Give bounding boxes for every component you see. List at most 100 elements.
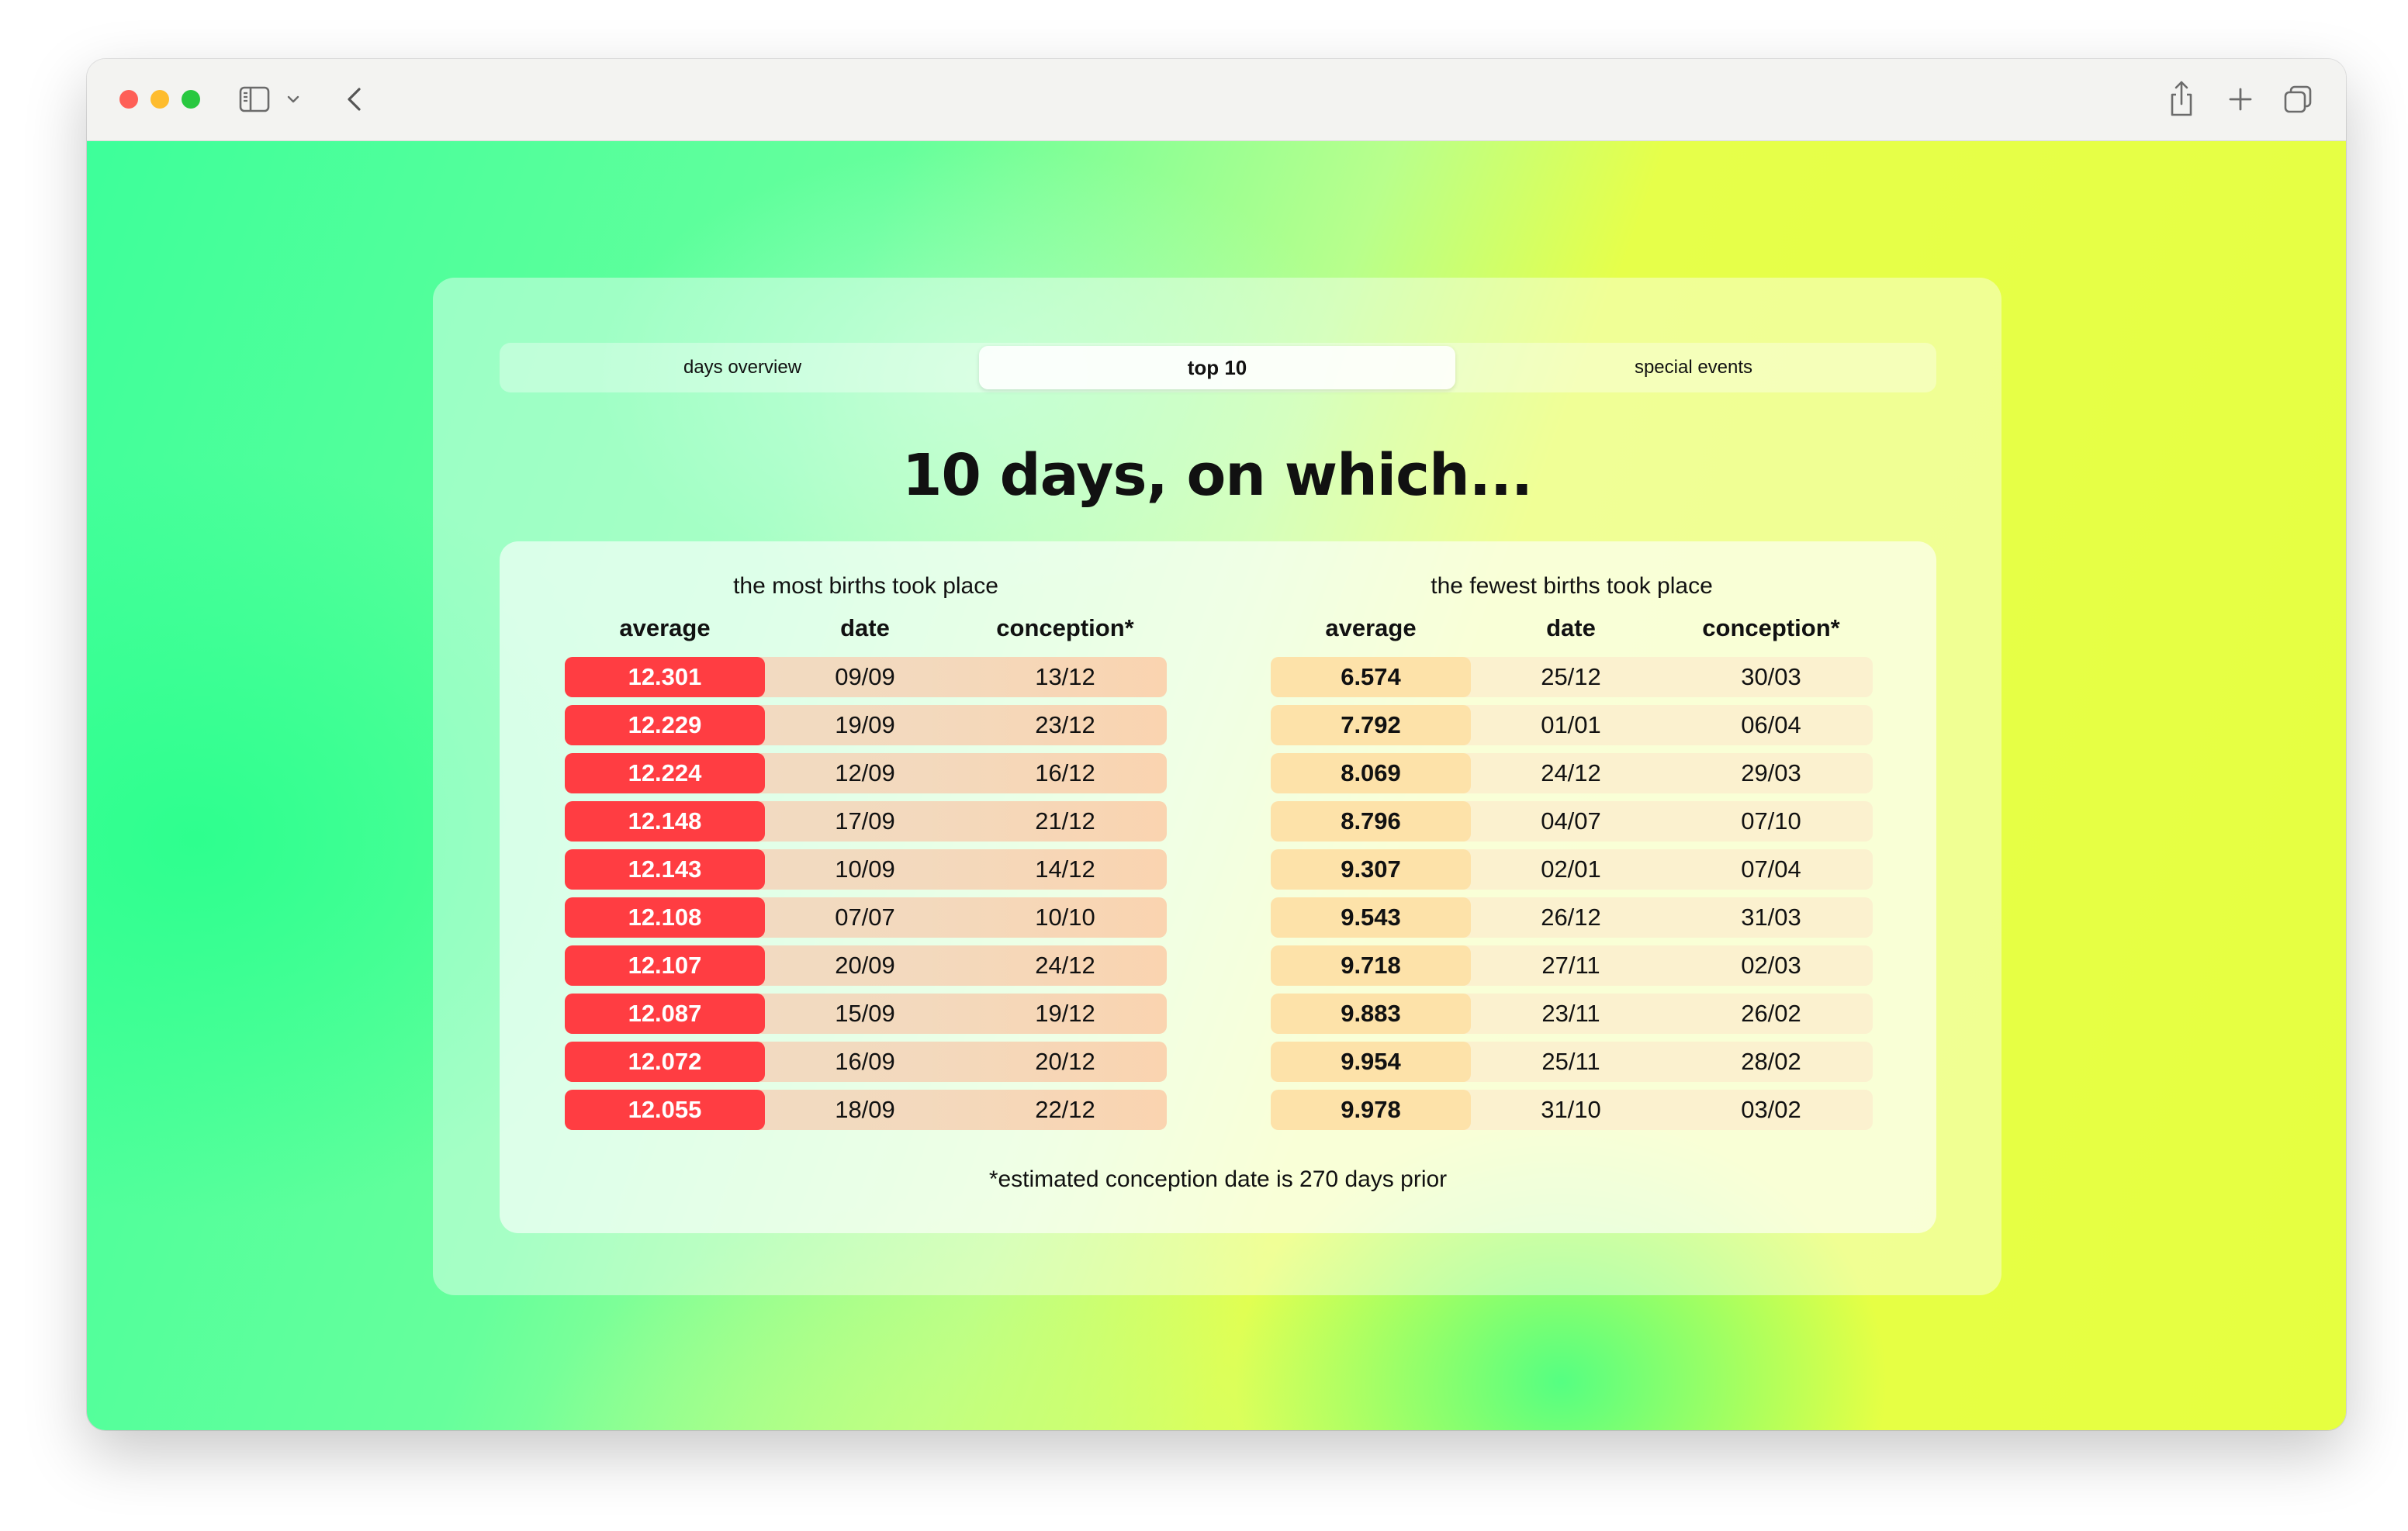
date-cell: 18/09 xyxy=(835,1096,895,1123)
tabs-icon[interactable] xyxy=(2282,84,2313,115)
most-births-title: the most births took place xyxy=(733,573,998,599)
conception-cell: 07/04 xyxy=(1741,855,1801,883)
average-cell: 9.954 xyxy=(1271,1042,1471,1082)
page-viewport: days overview top 10 special events 10 d… xyxy=(87,141,2346,1430)
average-cell: 12.224 xyxy=(565,753,765,793)
conception-cell: 02/03 xyxy=(1741,952,1801,979)
table-row: 9.718 27/11 02/03 xyxy=(1271,942,1873,990)
average-cell: 12.108 xyxy=(565,897,765,938)
date-cell: 19/09 xyxy=(835,711,895,738)
average-cell: 12.087 xyxy=(565,994,765,1034)
column-header-conception: conception* xyxy=(996,614,1134,641)
date-cell: 24/12 xyxy=(1541,759,1601,786)
conception-cell: 29/03 xyxy=(1741,759,1801,786)
average-cell: 12.148 xyxy=(565,801,765,842)
most-births-rows: 12.301 09/09 13/12 12.229 19/09 23/12 12.224 12… xyxy=(565,653,1167,1134)
fewest-births-rows: 6.574 25/12 30/03 7.792 01/01 06/04 8.069 24/12… xyxy=(1271,653,1873,1134)
conception-cell: 03/02 xyxy=(1741,1096,1801,1123)
column-header-date: date xyxy=(1546,614,1596,641)
table-row: 12.072 16/09 20/12 xyxy=(565,1038,1167,1086)
date-cell: 07/07 xyxy=(835,904,895,931)
date-cell: 26/12 xyxy=(1541,904,1601,931)
average-cell: 7.792 xyxy=(1271,705,1471,745)
conception-cell: 22/12 xyxy=(1035,1096,1095,1123)
table-row: 7.792 01/01 06/04 xyxy=(1271,701,1873,749)
browser-window: days overview top 10 special events 10 d… xyxy=(87,59,2346,1430)
average-cell: 12.055 xyxy=(565,1090,765,1130)
average-cell: 9.883 xyxy=(1271,994,1471,1034)
column-header-average: average xyxy=(619,614,711,641)
minimize-window-button[interactable] xyxy=(150,90,169,109)
conception-cell: 23/12 xyxy=(1035,711,1095,738)
table-row: 12.143 10/09 14/12 xyxy=(565,845,1167,893)
page-title: 10 days, on which... xyxy=(901,442,1533,509)
date-cell: 04/07 xyxy=(1541,807,1601,835)
conception-cell: 31/03 xyxy=(1741,904,1801,931)
conception-cell: 28/02 xyxy=(1741,1048,1801,1075)
date-cell: 12/09 xyxy=(835,759,895,786)
conception-cell: 16/12 xyxy=(1035,759,1095,786)
date-cell: 02/01 xyxy=(1541,855,1601,883)
most-births-header: average date conception* xyxy=(565,603,1167,653)
conception-cell: 26/02 xyxy=(1741,1000,1801,1027)
date-cell: 16/09 xyxy=(835,1048,895,1075)
share-icon[interactable] xyxy=(2166,79,2197,119)
column-header-conception: conception* xyxy=(1702,614,1840,641)
conception-cell: 24/12 xyxy=(1035,952,1095,979)
date-cell: 23/11 xyxy=(1541,1000,1600,1027)
conception-cell: 21/12 xyxy=(1035,807,1095,835)
zoom-window-button[interactable] xyxy=(182,90,200,109)
date-cell: 17/09 xyxy=(835,807,895,835)
table-row: 9.978 31/10 03/02 xyxy=(1271,1086,1873,1134)
tab-special-events[interactable]: special events xyxy=(1455,346,1932,389)
fewest-births-table: the fewest births took place average dat… xyxy=(1271,569,1873,1134)
table-row: 9.543 26/12 31/03 xyxy=(1271,893,1873,942)
average-cell: 8.796 xyxy=(1271,801,1471,842)
average-cell: 9.543 xyxy=(1271,897,1471,938)
conception-cell: 30/03 xyxy=(1741,663,1801,690)
conception-cell: 10/10 xyxy=(1035,904,1095,931)
table-row: 8.069 24/12 29/03 xyxy=(1271,749,1873,797)
plus-icon[interactable] xyxy=(2225,84,2256,115)
tab-days-overview[interactable]: days overview xyxy=(504,346,981,389)
close-window-button[interactable] xyxy=(119,90,138,109)
table-row: 12.108 07/07 10/10 xyxy=(565,893,1167,942)
table-row: 8.796 04/07 07/10 xyxy=(1271,797,1873,845)
conception-cell: 19/12 xyxy=(1035,1000,1095,1027)
table-row: 12.107 20/09 24/12 xyxy=(565,942,1167,990)
date-cell: 01/01 xyxy=(1541,711,1601,738)
date-cell: 25/11 xyxy=(1541,1048,1600,1075)
average-cell: 12.072 xyxy=(565,1042,765,1082)
most-births-table: the most births took place average date … xyxy=(565,569,1167,1134)
average-cell: 12.229 xyxy=(565,705,765,745)
average-cell: 9.978 xyxy=(1271,1090,1471,1130)
table-row: 12.224 12/09 16/12 xyxy=(565,749,1167,797)
average-cell: 9.307 xyxy=(1271,849,1471,890)
date-cell: 25/12 xyxy=(1541,663,1601,690)
conception-cell: 20/12 xyxy=(1035,1048,1095,1075)
chevron-down-icon[interactable] xyxy=(285,93,301,105)
average-cell: 12.143 xyxy=(565,849,765,890)
fewest-births-title: the fewest births took place xyxy=(1431,573,1713,599)
sidebar-icon[interactable] xyxy=(239,86,270,112)
back-icon[interactable] xyxy=(340,84,371,115)
column-header-date: date xyxy=(840,614,890,641)
main-card: days overview top 10 special events 10 d… xyxy=(433,278,2001,1295)
conception-cell: 07/10 xyxy=(1741,807,1801,835)
average-cell: 12.107 xyxy=(565,945,765,986)
tab-top-10[interactable]: top 10 xyxy=(979,346,1455,389)
date-cell: 20/09 xyxy=(835,952,895,979)
date-cell: 27/11 xyxy=(1541,952,1600,979)
date-cell: 31/10 xyxy=(1541,1096,1601,1123)
browser-toolbar xyxy=(87,59,2346,141)
date-cell: 15/09 xyxy=(835,1000,895,1027)
view-segmented-control: days overview top 10 special events xyxy=(500,343,1936,392)
table-row: 9.307 02/01 07/04 xyxy=(1271,845,1873,893)
table-row: 9.883 23/11 26/02 xyxy=(1271,990,1873,1038)
table-row: 12.148 17/09 21/12 xyxy=(565,797,1167,845)
fewest-births-header: average date conception* xyxy=(1271,603,1873,653)
table-row: 6.574 25/12 30/03 xyxy=(1271,653,1873,701)
table-row: 9.954 25/11 28/02 xyxy=(1271,1038,1873,1086)
average-cell: 12.301 xyxy=(565,657,765,697)
date-cell: 10/09 xyxy=(835,855,895,883)
